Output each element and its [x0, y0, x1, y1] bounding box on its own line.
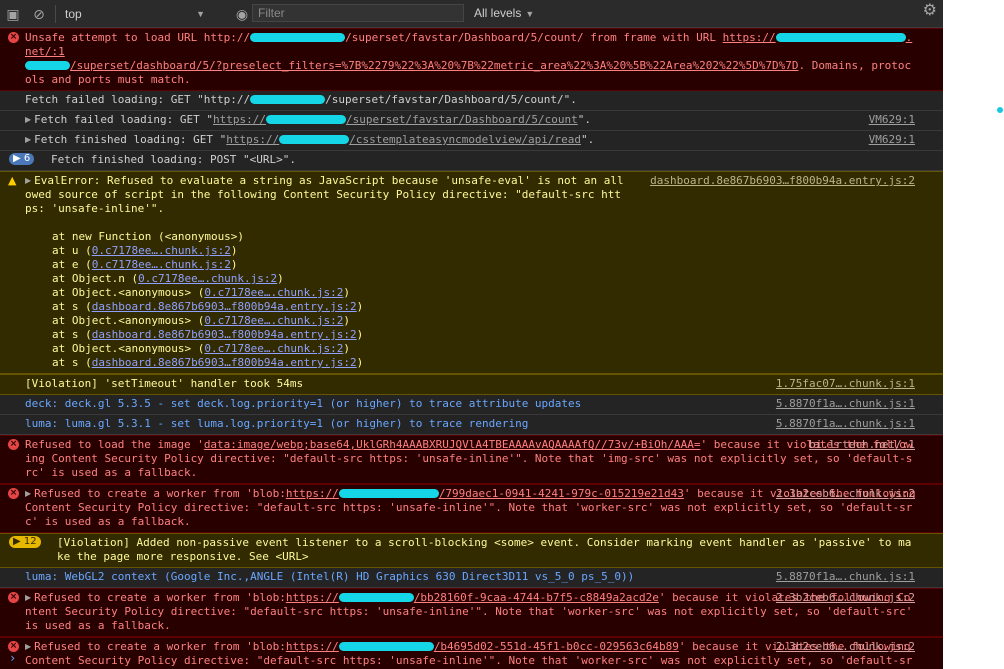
console-message-info[interactable]: deck: deck.gl 5.3.5 - set deck.log.prior…	[0, 395, 943, 415]
message-source-link[interactable]: 5.8870f1a….chunk.js:1	[776, 417, 915, 431]
error-icon: ×	[8, 439, 19, 450]
warning-icon: ▲	[8, 174, 17, 187]
message-link[interactable]: https://	[286, 591, 339, 604]
log-levels-select[interactable]: All levels ▼	[474, 6, 534, 21]
message-text: Fetch failed loading: GET "http:///super…	[25, 93, 577, 106]
sidebar-toggle-icon[interactable]: ▣	[0, 0, 26, 27]
stack-frame: at Object.n (0.c7178ee….chunk.js:2)	[52, 272, 284, 285]
chevron-down-icon: ▼	[525, 9, 535, 19]
expand-triangle-icon[interactable]: ▶	[25, 174, 31, 188]
console-message[interactable]: ▶ Fetch finished loading: GET "https:///c…	[0, 131, 943, 151]
message-source-link[interactable]: dashboard.8e867b6903…f800b94a.entry.js:2	[650, 174, 915, 188]
log-levels-label: All levels	[474, 6, 522, 20]
message-text: Refused to load the image 'data:image/we…	[25, 438, 913, 479]
expand-triangle-icon[interactable]: ▶	[25, 591, 31, 605]
expand-triangle-icon[interactable]: ▶	[25, 487, 31, 501]
console-toolbar: ▣ ⊘ top ▼ ◉ Filter All levels ▼ ⚙	[0, 0, 943, 28]
console-message-error[interactable]: × ▶ Refused to create a worker from 'blob…	[0, 588, 943, 637]
console-message-warning[interactable]: [Violation] 'setTimeout' handler took 54…	[0, 374, 943, 395]
stack-frame: at Object.<anonymous> (0.c7178ee….chunk.…	[52, 314, 351, 327]
console-message-error[interactable]: × ▶ Refused to create a worker from 'blob…	[0, 484, 943, 533]
message-source-link[interactable]: bi.lrtech.net/:1	[809, 438, 915, 452]
console-message-warning[interactable]: ▶ 12 [Violation] Added non-passive event…	[0, 533, 943, 568]
stack-frame: at e (0.c7178ee….chunk.js:2)	[52, 258, 238, 271]
console-message-error[interactable]: × Unsafe attempt to load URL http:///sup…	[0, 28, 943, 91]
message-source-link[interactable]: VM629:1	[869, 113, 915, 127]
stack-frame-link[interactable]: dashboard.8e867b6903…f800b94a.entry.js:2	[92, 356, 357, 369]
message-link[interactable]: /superset/dashboard/5/?preselect_filters…	[70, 59, 798, 72]
message-link[interactable]: data:image/webp;base64,UklGRh4AAABXRUJQV…	[204, 438, 701, 451]
stack-frame-link[interactable]: 0.c7178ee….chunk.js:2	[204, 342, 343, 355]
console-message-warning[interactable]: ▲ ▶ EvalError: Refused to evaluate a stri…	[0, 171, 943, 374]
message-source-link[interactable]: 2.3b2ceb6….chunk.js:2	[776, 487, 915, 501]
stack-frame: at new Function (<anonymous>)	[52, 230, 245, 243]
stack-frame-link[interactable]: 0.c7178ee….chunk.js:2	[204, 314, 343, 327]
message-link[interactable]: https://	[226, 133, 279, 146]
clear-console-icon[interactable]: ⊘	[26, 0, 52, 27]
context-value: top	[65, 6, 82, 21]
message-source-link[interactable]: VM629:1	[869, 133, 915, 147]
expand-triangle-icon[interactable]: ▶	[25, 113, 31, 127]
message-text: ▶ Fetch finished loading: GET "https:///c…	[25, 133, 595, 147]
stack-frame-link[interactable]: 0.c7178ee….chunk.js:2	[92, 244, 231, 257]
console-message-error[interactable]: × Refused to load the image 'data:image/…	[0, 435, 943, 484]
stack-frame: at Object.<anonymous> (0.c7178ee….chunk.…	[52, 342, 351, 355]
chevron-down-icon: ▼	[196, 8, 205, 19]
stack-frame-link[interactable]: 0.c7178ee….chunk.js:2	[204, 286, 343, 299]
redacted-mark	[25, 61, 70, 70]
message-source-link[interactable]: 2.3b2ceb6….chunk.js:2	[776, 591, 915, 605]
stack-frame: at s (dashboard.8e867b6903…f800b94a.entr…	[52, 356, 364, 369]
error-icon: ×	[8, 488, 19, 499]
console-message[interactable]: Fetch failed loading: GET "http:///super…	[0, 91, 943, 111]
redacted-mark	[250, 95, 326, 104]
redacted-mark	[338, 593, 414, 602]
expand-triangle-icon[interactable]: ▶	[25, 133, 31, 147]
toolbar-divider	[55, 4, 56, 23]
stack-frame-link[interactable]: dashboard.8e867b6903…f800b94a.entry.js:2	[92, 300, 357, 313]
message-link[interactable]: https://	[213, 113, 266, 126]
redacted-mark	[265, 115, 346, 124]
cursor-dot	[997, 107, 1003, 113]
filter-input[interactable]: Filter	[252, 4, 464, 22]
message-text: [Violation] Added non-passive event list…	[57, 536, 912, 563]
console-panel: ▣ ⊘ top ▼ ◉ Filter All levels ▼ ⚙ × Unsaf…	[0, 0, 943, 669]
stack-frame: at s (dashboard.8e867b6903…f800b94a.entr…	[52, 300, 364, 313]
message-source-link[interactable]: 5.8870f1a….chunk.js:1	[776, 397, 915, 411]
message-text: Unsafe attempt to load URL http:///super…	[25, 31, 913, 86]
redacted-mark	[250, 33, 346, 42]
console-message-info[interactable]: luma: WebGL2 context (Google Inc.,ANGLE …	[0, 568, 943, 588]
gear-icon[interactable]: ⚙	[923, 3, 937, 19]
context-select[interactable]: top ▼	[59, 4, 211, 24]
filter-placeholder: Filter	[258, 6, 285, 20]
message-source-link[interactable]: 1.75fac07….chunk.js:1	[776, 377, 915, 391]
stack-frame: at Object.<anonymous> (0.c7178ee….chunk.…	[52, 286, 351, 299]
message-link[interactable]: https://	[723, 31, 776, 44]
error-icon: ×	[8, 592, 19, 603]
redacted-mark	[338, 489, 439, 498]
console-prompt-input[interactable]: ›	[0, 651, 943, 669]
stack-frame-link[interactable]: dashboard.8e867b6903…f800b94a.entry.js:2	[92, 328, 357, 341]
repeat-count-badge: ▶ 6	[9, 153, 35, 165]
stack-frame-link[interactable]: 0.c7178ee….chunk.js:2	[138, 272, 277, 285]
message-text: ▶ Fetch failed loading: GET "https:///sup…	[25, 113, 591, 127]
stack-frame: at u (0.c7178ee….chunk.js:2)	[52, 244, 238, 257]
repeat-count-badge: ▶ 12	[9, 536, 41, 548]
stack-frame-link[interactable]: 0.c7178ee….chunk.js:2	[92, 258, 231, 271]
console-message[interactable]: ▶ 6 Fetch finished loading: POST "<URL>"…	[0, 151, 943, 171]
redacted-mark	[775, 33, 906, 42]
message-link[interactable]: https://	[286, 487, 339, 500]
redacted-mark	[338, 642, 434, 651]
error-icon: ×	[8, 32, 19, 43]
console-message-info[interactable]: luma: luma.gl 5.3.1 - set luma.log.prior…	[0, 415, 943, 435]
console-message[interactable]: ▶ Fetch failed loading: GET "https:///sup…	[0, 111, 943, 131]
message-text: Fetch finished loading: POST "<URL>".	[51, 153, 297, 166]
stack-trace: at new Function (<anonymous>) at u (0.c7…	[25, 230, 917, 370]
prompt-chevron-icon: ›	[9, 651, 17, 665]
message-source-link[interactable]: 5.8870f1a….chunk.js:1	[776, 570, 915, 584]
stack-frame: at s (dashboard.8e867b6903…f800b94a.entr…	[52, 328, 364, 341]
redacted-mark	[279, 135, 350, 144]
